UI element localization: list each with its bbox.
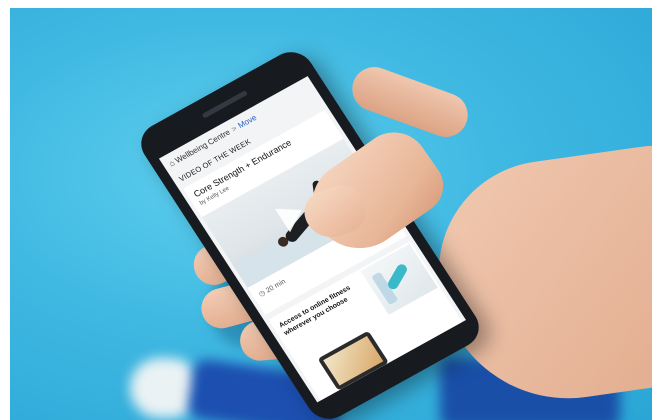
dumbbell-icon [386,262,409,291]
duration-label: 20 min [264,278,288,295]
tablet-image [317,330,389,391]
breadcrumb-current[interactable]: Move [236,113,258,130]
photo-background: ⌂Wellbeing Centre>Move VIDEO OF THE WEEK… [10,8,652,420]
video-duration: ◷20 min [257,277,287,298]
index-finger [346,60,474,144]
tablet-screen [323,335,384,386]
